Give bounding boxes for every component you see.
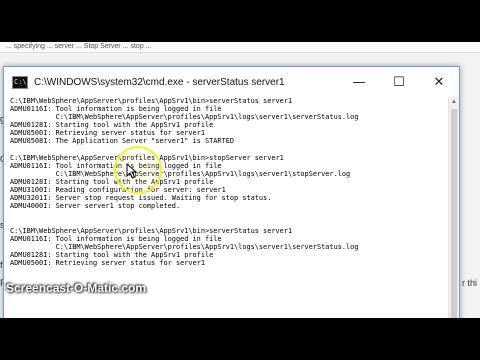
console-line: C:\IBM\WebSphere\AppServer\profiles\AppS… (10, 97, 293, 105)
console-line: ADMU0116I: Tool information is being log… (10, 234, 222, 243)
console-line: ADMU0500I: Retrieving server status for … (10, 258, 205, 267)
console-line: ADMU3100I: Reading configuration for ser… (10, 186, 226, 195)
vertical-scrollbar[interactable]: ▲ ▼ (448, 97, 459, 318)
console-line: ADMU0508I: The Application Server "serve… (10, 137, 235, 146)
console-line: ADMU0500I: Retrieving server status for … (10, 129, 205, 138)
console-line: ADMU0128I: Starting tool with the AppSrv… (10, 177, 214, 186)
console-line: ADMU0128I: Starting tool with the AppSrv… (10, 250, 214, 259)
console-line: ADMU4000I: Server server1 stop completed… (10, 202, 181, 211)
window-title: C:\WINDOWS\system32\cmd.exe - serverStat… (34, 76, 285, 88)
console-line: C:\IBM\WebSphere\AppServer\profiles\AppS… (10, 226, 293, 235)
console-line: ADMU0128I: Starting tool with the AppSrv… (10, 121, 214, 130)
cmd-app-icon: C:\ (12, 75, 28, 89)
video-frame: ... specifying ... server ... Stop Serve… (0, 42, 480, 318)
console-line: C:\IBM\WebSphere\AppServer\profiles\AppS… (10, 113, 359, 122)
scroll-up-icon[interactable]: ▲ (449, 97, 459, 107)
console-line: C:\IBM\WebSphere\AppServer\profiles\AppS… (10, 153, 284, 162)
maximize-button[interactable]: ☐ (379, 67, 419, 97)
console-line: C:\IBM\WebSphere\AppServer\profiles\AppS… (10, 242, 359, 251)
console-line: ADMU3201I: Server stop request issued. W… (10, 194, 272, 203)
mouse-pointer-icon (126, 163, 138, 179)
background-fragment: r thi (462, 278, 478, 288)
screencast-watermark: Screencast-O-Matic.com (6, 281, 147, 295)
console-line: ADMU0116I: Tool information is being log… (10, 105, 222, 114)
console-line: C:\IBM\WebSphere\AppServer\profiles\AppS… (10, 169, 351, 178)
cursor-highlight-ring (114, 146, 162, 194)
window-controls: — ☐ ✕ (339, 67, 459, 97)
window-titlebar[interactable]: C:\ C:\WINDOWS\system32\cmd.exe - server… (4, 67, 459, 97)
background-document-strip: ... specifying ... server ... Stop Serve… (0, 42, 480, 53)
minimize-button[interactable]: — (339, 67, 379, 97)
console-line: ADMU0116I: Tool information is being log… (10, 161, 222, 170)
scroll-thumb[interactable] (451, 109, 457, 318)
close-button[interactable]: ✕ (419, 67, 459, 97)
